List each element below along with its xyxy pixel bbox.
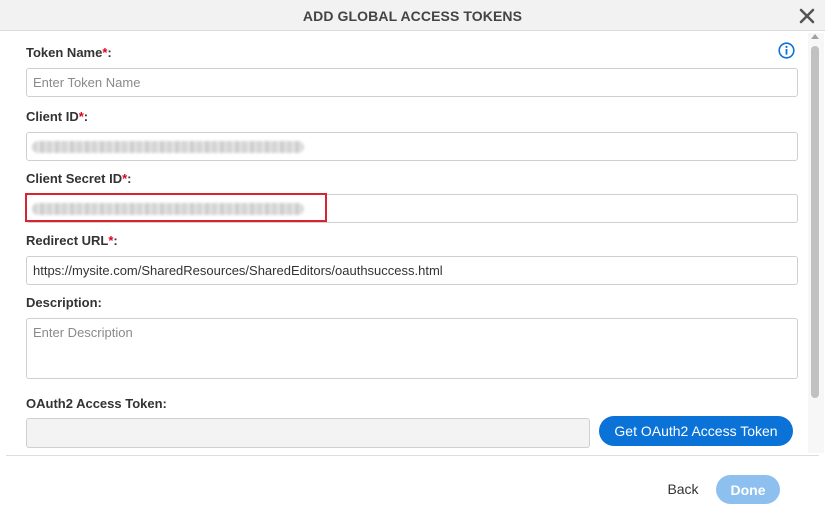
dialog-title: ADD GLOBAL ACCESS TOKENS: [302, 8, 523, 24]
get-oauth2-token-button[interactable]: Get OAuth2 Access Token: [599, 416, 793, 446]
done-button[interactable]: Done: [716, 475, 780, 504]
scroll-up-icon[interactable]: [811, 34, 819, 39]
info-icon[interactable]: [778, 42, 795, 59]
client-secret-id-label: Client Secret ID*:: [26, 171, 132, 186]
client-id-redacted-value: [32, 141, 304, 153]
redirect-url-input[interactable]: [26, 256, 798, 285]
dialog-header: ADD GLOBAL ACCESS TOKENS: [0, 0, 825, 31]
description-textarea[interactable]: [26, 318, 798, 379]
footer-divider: [6, 455, 819, 456]
close-icon[interactable]: [797, 6, 817, 26]
highlight-annotation: [25, 193, 327, 222]
add-token-dialog: ADD GLOBAL ACCESS TOKENS Token Name*: Cl…: [0, 0, 825, 519]
client-id-label: Client ID*:: [26, 109, 89, 124]
redirect-url-label: Redirect URL*:: [26, 233, 118, 248]
oauth2-token-field: [26, 418, 590, 448]
token-name-input[interactable]: [26, 68, 798, 97]
oauth2-token-label: OAuth2 Access Token:: [26, 396, 167, 411]
token-name-label: Token Name*:: [26, 45, 112, 60]
scrollbar-thumb[interactable]: [811, 46, 819, 398]
description-label: Description:: [26, 295, 102, 310]
back-button[interactable]: Back: [656, 478, 710, 500]
